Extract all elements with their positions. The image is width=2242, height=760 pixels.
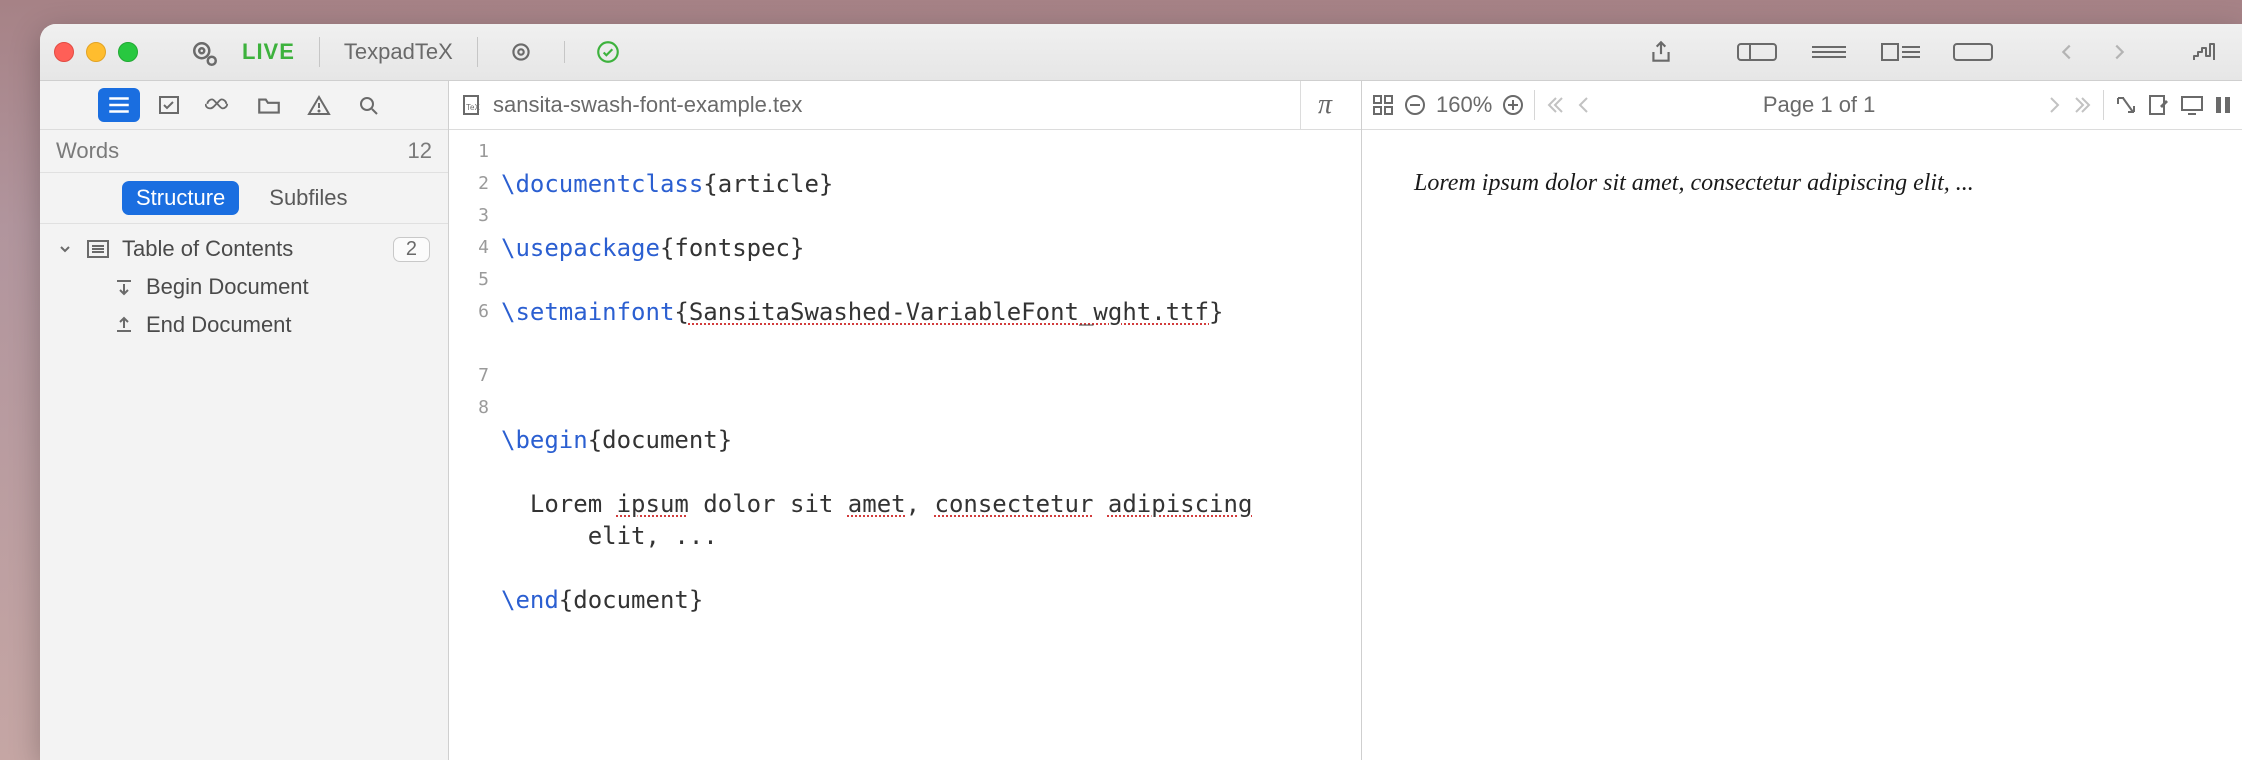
live-indicator[interactable]: LIVE [242, 39, 295, 65]
toc-count-badge: 2 [393, 237, 430, 262]
sidebar: Words 12 Structure Subfiles Table of Con… [40, 81, 449, 760]
layout-lines-icon[interactable] [1802, 33, 1856, 71]
search-view-icon[interactable] [348, 88, 390, 122]
words-count: 12 [408, 138, 432, 164]
structure-tree: Table of Contents 2 Begin Document End D… [40, 224, 448, 350]
rendered-text: Lorem ipsum dolor sit amet, consectetur … [1414, 170, 2190, 197]
nav-prev-icon[interactable] [1575, 95, 1591, 115]
pause-icon[interactable] [2214, 94, 2232, 116]
signal-icon[interactable] [2186, 35, 2228, 69]
layout-preview-icon[interactable] [1946, 33, 2000, 71]
filename-label: sansita-swash-font-example.tex [493, 92, 802, 118]
chevron-down-icon [58, 242, 74, 256]
engine-selector[interactable]: TexpadTeX [344, 39, 453, 65]
tex-file-icon: TeX [461, 94, 483, 116]
nav-last-icon[interactable] [2073, 95, 2093, 115]
editor-header: TeX sansita-swash-font-example.tex π [449, 81, 1361, 130]
code-area[interactable]: 1 2 3 4 5 6 7 8 \documentclass{article} … [449, 130, 1361, 760]
words-label: Words [56, 138, 119, 164]
svg-text:TeX: TeX [466, 103, 480, 112]
share-icon[interactable] [1642, 33, 1680, 71]
layout-split-icon[interactable] [1874, 33, 1928, 71]
list-item[interactable]: Begin Document [50, 268, 438, 306]
toolbar-separator [319, 37, 320, 67]
outline-view-icon[interactable] [98, 88, 140, 122]
zoom-window-icon[interactable] [118, 42, 138, 62]
present-icon[interactable] [2180, 94, 2204, 116]
warnings-view-icon[interactable] [298, 88, 340, 122]
editor-pane: TeX sansita-swash-font-example.tex π 1 2… [449, 81, 1362, 760]
edit-page-icon[interactable] [2148, 94, 2170, 116]
symbols-pi-icon[interactable]: π [1300, 81, 1349, 129]
live-label: LIVE [242, 39, 295, 65]
toc-label: Table of Contents [122, 236, 293, 262]
list-item[interactable]: End Document [50, 306, 438, 344]
layout-sidebar-icon[interactable] [1730, 33, 1784, 71]
grid-view-icon[interactable] [1372, 94, 1394, 116]
tab-structure[interactable]: Structure [122, 181, 239, 215]
sync-icon[interactable] [2114, 94, 2138, 116]
begin-doc-label: Begin Document [146, 274, 309, 300]
preview-header: 160% Page 1 of 1 [1362, 81, 2242, 130]
nav-back-icon[interactable] [2050, 35, 2084, 69]
checkbox-view-icon[interactable] [148, 88, 190, 122]
app-window: LIVE TexpadTeX [40, 24, 2242, 760]
engine-label: TexpadTeX [344, 39, 453, 65]
zoom-level[interactable]: 160% [1436, 92, 1492, 118]
nav-next-icon[interactable] [2047, 95, 2063, 115]
zoom-in-icon[interactable] [1502, 94, 1524, 116]
minimize-window-icon[interactable] [86, 42, 106, 62]
window-controls [54, 42, 138, 62]
list-icon [86, 239, 110, 259]
folder-view-icon[interactable] [248, 88, 290, 122]
line-gutter: 1 2 3 4 5 6 7 8 [449, 130, 497, 760]
sidebar-tabs: Structure Subfiles [40, 173, 448, 224]
nav-first-icon[interactable] [1545, 95, 1565, 115]
infinity-view-icon[interactable] [198, 88, 240, 122]
words-row: Words 12 [40, 130, 448, 173]
status-ok-icon[interactable] [589, 35, 627, 69]
zoom-out-icon[interactable] [1404, 94, 1426, 116]
toolbar-separator [564, 41, 565, 63]
preview-pane: 160% Page 1 of 1 Lorem ipsum dolor sit a… [1362, 81, 2242, 760]
begin-doc-icon [114, 277, 134, 297]
page-indicator: Page 1 of 1 [1601, 92, 2037, 118]
end-doc-label: End Document [146, 312, 292, 338]
main-area: Words 12 Structure Subfiles Table of Con… [40, 81, 2242, 760]
sidebar-toolbar [40, 81, 448, 130]
code-text[interactable]: \documentclass{article} \usepackage{font… [497, 130, 1260, 760]
toolbar-separator [477, 37, 478, 67]
titlebar: LIVE TexpadTeX [40, 24, 2242, 81]
settings-gear-icon[interactable] [182, 33, 224, 71]
toc-row[interactable]: Table of Contents 2 [50, 230, 438, 268]
close-window-icon[interactable] [54, 42, 74, 62]
preview-page[interactable]: Lorem ipsum dolor sit amet, consectetur … [1362, 130, 2242, 760]
end-doc-icon [114, 315, 134, 335]
build-settings-gear-icon[interactable] [502, 35, 540, 69]
nav-forward-icon[interactable] [2102, 35, 2136, 69]
tab-subfiles[interactable]: Subfiles [255, 181, 361, 215]
